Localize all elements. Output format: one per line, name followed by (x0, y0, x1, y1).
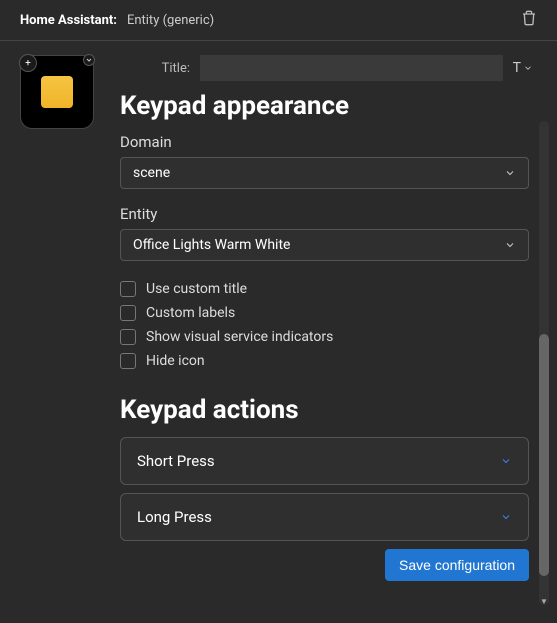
checkbox-visual-indicators[interactable]: Show visual service indicators (120, 325, 529, 349)
title-label: Title: (120, 61, 190, 76)
app-name: Home Assistant: (20, 13, 117, 28)
tile-preview[interactable]: + (20, 55, 94, 129)
checkbox-custom-title[interactable]: Use custom title (120, 277, 529, 301)
domain-value: scene (133, 165, 170, 181)
domain-label: Domain (120, 133, 529, 151)
action-long-press[interactable]: Long Press (120, 493, 529, 541)
tile-options-icon[interactable] (83, 54, 95, 66)
scrollbar-thumb[interactable] (539, 334, 549, 576)
chevron-down-icon (500, 455, 512, 467)
checkbox-icon (120, 305, 136, 321)
tile-icon (41, 76, 73, 108)
checkbox-hide-icon[interactable]: Hide icon (120, 349, 529, 373)
checkbox-label: Hide icon (146, 353, 205, 369)
header-bar: Home Assistant: Entity (generic) (0, 0, 557, 41)
tile-preview-column: + (20, 55, 100, 609)
checkbox-label: Use custom title (146, 281, 247, 297)
action-label: Short Press (137, 452, 215, 470)
title-type-toggle[interactable]: T (513, 60, 533, 76)
scrollbar[interactable]: ▲ ▼ (539, 121, 549, 605)
section-actions-heading: Keypad actions (120, 395, 529, 425)
scroll-down-icon[interactable]: ▼ (539, 595, 549, 607)
entity-label: Entity (120, 205, 529, 223)
checkbox-group: Use custom title Custom labels Show visu… (120, 277, 529, 373)
title-input[interactable] (200, 55, 503, 81)
chevron-down-icon (504, 167, 516, 179)
trash-icon[interactable] (521, 10, 537, 30)
header-subtitle: Entity (generic) (127, 13, 214, 28)
checkbox-icon (120, 329, 136, 345)
tile-add-icon[interactable]: + (19, 54, 37, 72)
checkbox-custom-labels[interactable]: Custom labels (120, 301, 529, 325)
section-appearance-heading: Keypad appearance (120, 91, 529, 121)
checkbox-label: Show visual service indicators (146, 329, 333, 345)
title-row: Title: T (120, 55, 533, 81)
save-button[interactable]: Save configuration (385, 549, 529, 581)
title-type-badge: T (513, 60, 521, 76)
entity-select[interactable]: Office Lights Warm White (120, 229, 529, 261)
action-short-press[interactable]: Short Press (120, 437, 529, 485)
checkbox-icon (120, 353, 136, 369)
checkbox-icon (120, 281, 136, 297)
checkbox-label: Custom labels (146, 305, 235, 321)
chevron-down-icon (500, 511, 512, 523)
chevron-down-icon (504, 239, 516, 251)
action-label: Long Press (137, 508, 212, 526)
entity-value: Office Lights Warm White (133, 237, 290, 253)
domain-select[interactable]: scene (120, 157, 529, 189)
